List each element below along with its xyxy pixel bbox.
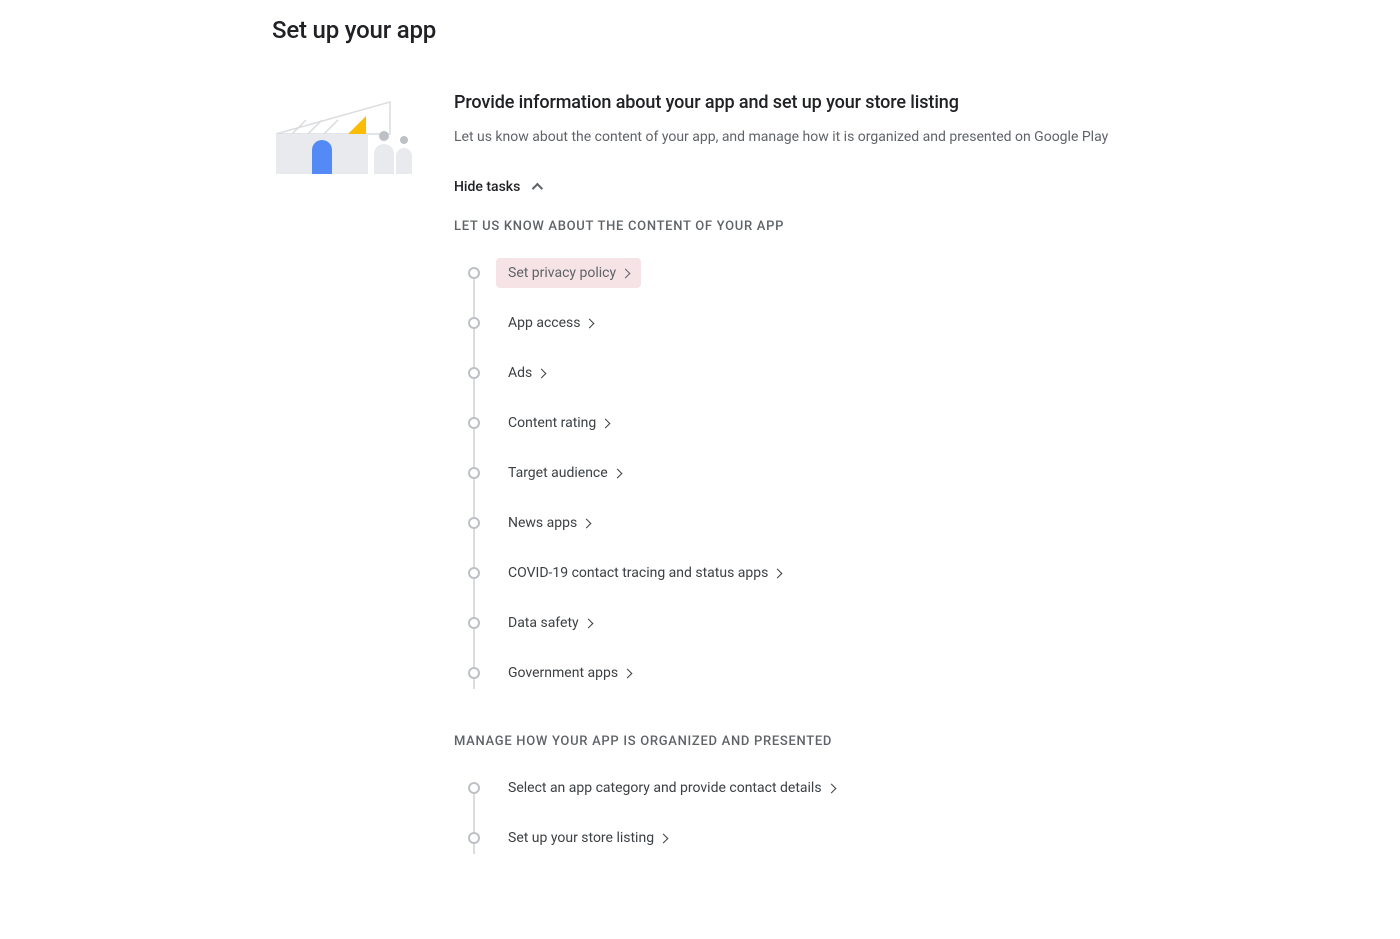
task-list: Set privacy policy App access Ads Content r… (454, 248, 1154, 698)
task-label: COVID-19 contact tracing and status apps (508, 565, 768, 581)
task-item: Content rating (472, 398, 1154, 448)
task-item: App access (472, 298, 1154, 348)
main-content: Provide information about your app and s… (454, 92, 1154, 899)
task-item: Government apps (472, 648, 1154, 698)
task-item: Select an app category and provide conta… (472, 763, 1154, 813)
task-link[interactable]: Select an app category and provide conta… (496, 773, 847, 803)
task-label: Set up your store listing (508, 830, 654, 846)
task-link[interactable]: News apps (496, 508, 602, 538)
task-item: Set up your store listing (472, 813, 1154, 863)
task-link[interactable]: Government apps (496, 658, 643, 688)
chevron-right-icon (601, 418, 611, 428)
task-link[interactable]: Content rating (496, 408, 621, 438)
task-groups-container: LET US KNOW ABOUT THE CONTENT OF YOUR AP… (454, 219, 1154, 863)
chevron-right-icon (621, 268, 631, 278)
content-wrapper: Provide information about your app and s… (272, 92, 1400, 899)
task-label: Select an app category and provide conta… (508, 780, 822, 796)
chevron-right-icon (773, 568, 783, 578)
page-title: Set up your app (272, 16, 1400, 44)
chevron-right-icon (826, 783, 836, 793)
task-group: LET US KNOW ABOUT THE CONTENT OF YOUR AP… (454, 219, 1154, 698)
task-label: News apps (508, 515, 577, 531)
task-list: Select an app category and provide conta… (454, 763, 1154, 863)
task-link[interactable]: COVID-19 contact tracing and status apps (496, 558, 793, 588)
task-label: Content rating (508, 415, 596, 431)
task-link[interactable]: Set up your store listing (496, 823, 679, 853)
task-item: Set privacy policy (472, 248, 1154, 298)
chevron-right-icon (537, 368, 547, 378)
task-label: Ads (508, 365, 532, 381)
chevron-right-icon (585, 318, 595, 328)
task-link[interactable]: Data safety (496, 608, 604, 638)
task-link[interactable]: Ads (496, 358, 557, 388)
task-label: Data safety (508, 615, 579, 631)
task-link[interactable]: App access (496, 308, 605, 338)
chevron-right-icon (582, 518, 592, 528)
task-item: Ads (472, 348, 1154, 398)
task-item: Target audience (472, 448, 1154, 498)
hide-tasks-label: Hide tasks (454, 179, 520, 195)
section-description: Let us know about the content of your ap… (454, 127, 1154, 148)
task-link[interactable]: Target audience (496, 458, 633, 488)
task-group-label: LET US KNOW ABOUT THE CONTENT OF YOUR AP… (454, 219, 1154, 234)
task-label: Set privacy policy (508, 265, 616, 281)
task-label: App access (508, 315, 580, 331)
chevron-right-icon (659, 833, 669, 843)
task-group-label: MANAGE HOW YOUR APP IS ORGANIZED AND PRE… (454, 734, 1154, 749)
task-item: Data safety (472, 598, 1154, 648)
chevron-right-icon (623, 668, 633, 678)
section-heading: Provide information about your app and s… (454, 92, 1154, 113)
chevron-right-icon (583, 618, 593, 628)
chevron-right-icon (612, 468, 622, 478)
task-link[interactable]: Set privacy policy (496, 258, 641, 288)
task-group: MANAGE HOW YOUR APP IS ORGANIZED AND PRE… (454, 734, 1154, 863)
setup-illustration (272, 92, 422, 177)
task-item: News apps (472, 498, 1154, 548)
chevron-up-icon (532, 183, 543, 194)
task-label: Government apps (508, 665, 618, 681)
task-label: Target audience (508, 465, 608, 481)
task-item: COVID-19 contact tracing and status apps (472, 548, 1154, 598)
hide-tasks-toggle[interactable]: Hide tasks (454, 179, 540, 195)
